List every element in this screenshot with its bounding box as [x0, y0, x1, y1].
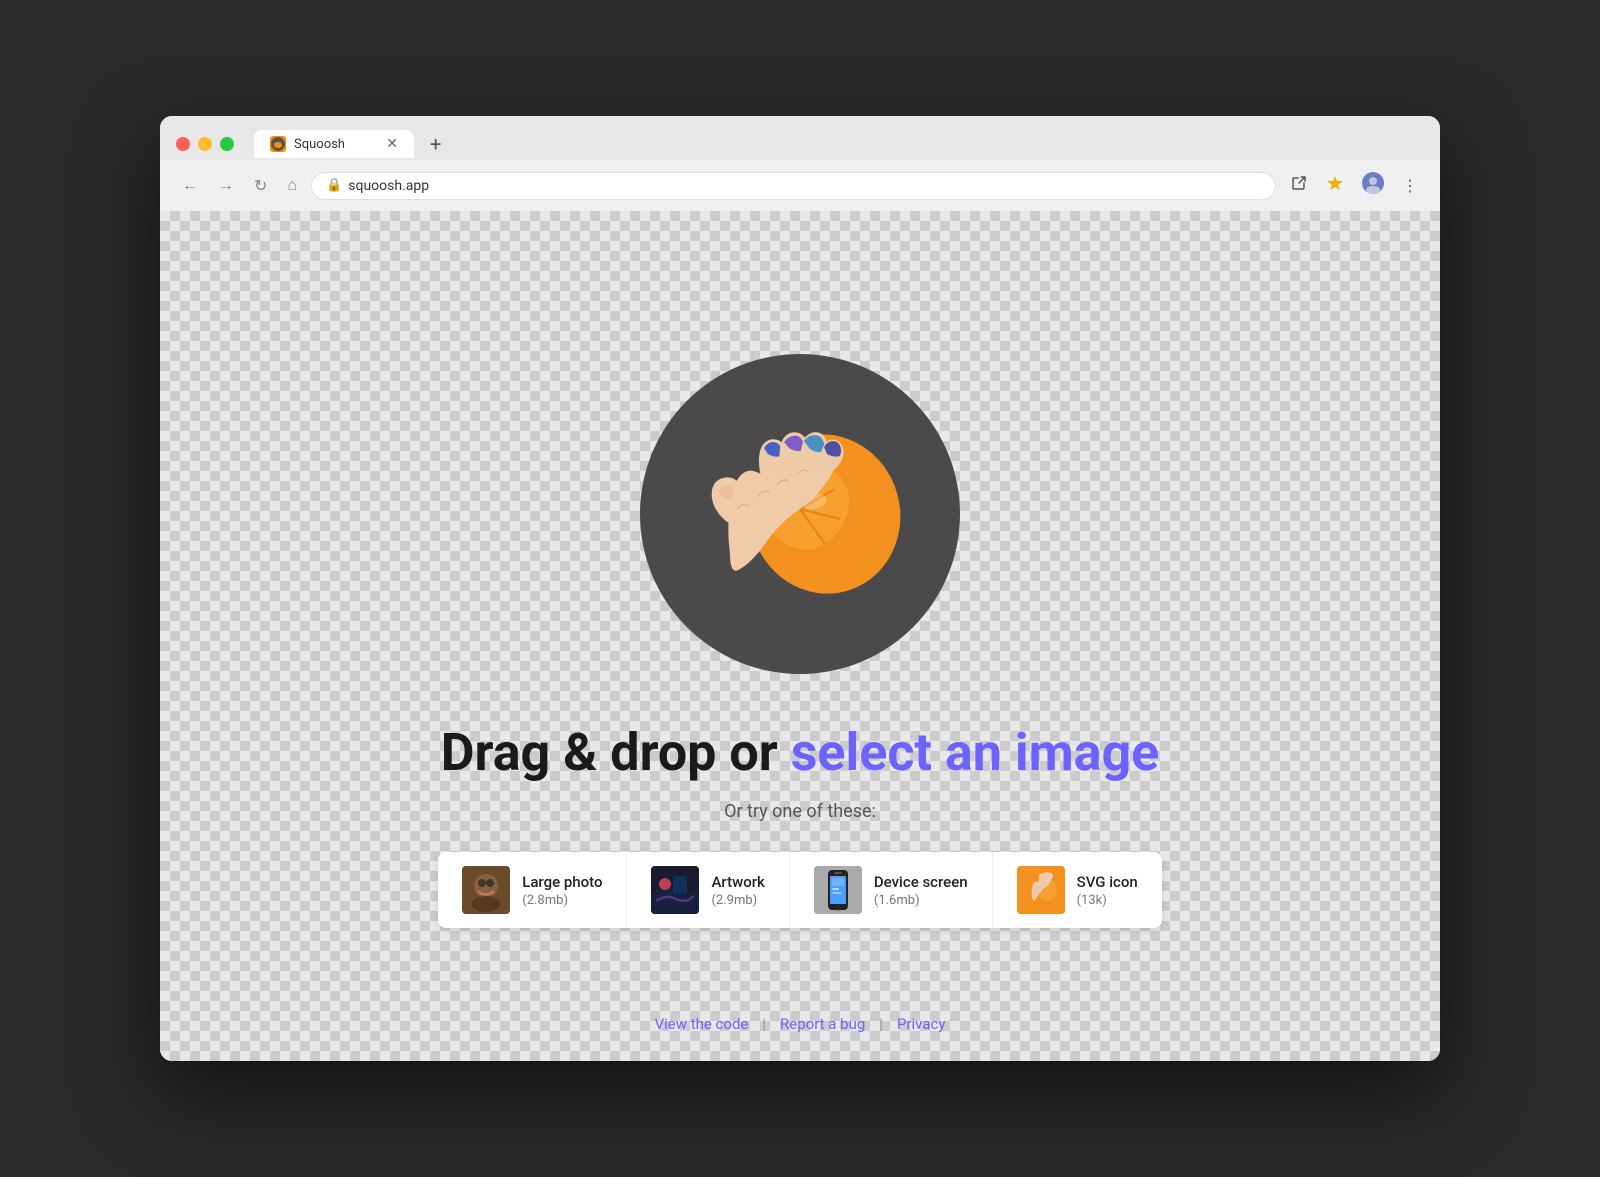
page-content: Drag & drop or select an image Or try on… — [160, 211, 1440, 1061]
tab-bar: Squoosh ✕ + — [254, 128, 1424, 160]
menu-button[interactable]: ⋮ — [1396, 172, 1424, 200]
profile-button[interactable] — [1356, 168, 1390, 203]
thumb-large-photo — [462, 866, 510, 914]
sample-name: Artwork — [711, 873, 764, 891]
sample-name: SVG icon — [1077, 873, 1138, 891]
sample-size: (2.9mb) — [711, 893, 764, 908]
sample-name: Large photo — [522, 873, 602, 891]
tab-close-icon[interactable]: ✕ — [386, 136, 398, 152]
sample-info-large-photo: Large photo (2.8mb) — [522, 873, 602, 908]
sample-size: (13k) — [1077, 893, 1138, 908]
view-code-link[interactable]: View the code — [641, 1015, 763, 1033]
url-text: squoosh.app — [348, 178, 429, 194]
privacy-link[interactable]: Privacy — [883, 1015, 959, 1033]
title-bar: Squoosh ✕ + — [160, 116, 1440, 160]
forward-button[interactable]: → — [212, 173, 240, 199]
footer-links: View the code | Report a bug | Privacy — [641, 1015, 960, 1033]
thumb-artwork — [651, 866, 699, 914]
sample-info-svg: SVG icon (13k) — [1077, 873, 1138, 908]
bookmark-button[interactable] — [1320, 170, 1350, 201]
thumb-device — [814, 866, 862, 914]
browser-window: Squoosh ✕ + ← → ↻ ⌂ 🔒 squoosh.app — [160, 116, 1440, 1061]
minimize-button[interactable] — [198, 137, 212, 151]
main-heading: Drag & drop or select an image — [441, 724, 1160, 781]
maximize-button[interactable] — [220, 137, 234, 151]
sample-artwork[interactable]: Artwork (2.9mb) — [627, 852, 789, 928]
browser-controls: ← → ↻ ⌂ 🔒 squoosh.app — [160, 160, 1440, 211]
sample-info-device: Device screen (1.6mb) — [874, 873, 968, 908]
address-bar[interactable]: 🔒 squoosh.app — [311, 172, 1276, 200]
reload-button[interactable]: ↻ — [248, 172, 273, 200]
back-button[interactable]: ← — [176, 173, 204, 199]
sample-size: (2.8mb) — [522, 893, 602, 908]
report-bug-link[interactable]: Report a bug — [766, 1015, 879, 1033]
samples-row: Large photo (2.8mb) Artwork (2.9 — [438, 852, 1162, 928]
home-button[interactable]: ⌂ — [281, 173, 303, 199]
sample-svg-icon[interactable]: SVG icon (13k) — [993, 852, 1162, 928]
new-tab-button[interactable]: + — [422, 128, 449, 160]
toolbar-right: ⋮ — [1284, 168, 1424, 203]
tab-title: Squoosh — [294, 137, 345, 152]
thumb-svg — [1017, 866, 1065, 914]
subtitle: Or try one of these: — [724, 801, 876, 822]
squoosh-logo — [640, 354, 960, 674]
tab-favicon — [270, 136, 286, 152]
external-link-button[interactable] — [1284, 170, 1314, 201]
heading-text-static: Drag & drop or — [441, 722, 791, 783]
traffic-lights — [176, 137, 234, 151]
sample-name: Device screen — [874, 873, 968, 891]
select-image-link[interactable]: select an image — [791, 722, 1160, 783]
close-button[interactable] — [176, 137, 190, 151]
sample-device[interactable]: Device screen (1.6mb) — [790, 852, 993, 928]
sample-large-photo[interactable]: Large photo (2.8mb) — [438, 852, 627, 928]
active-tab[interactable]: Squoosh ✕ — [254, 130, 414, 158]
lock-icon: 🔒 — [326, 178, 342, 193]
sample-info-artwork: Artwork (2.9mb) — [711, 873, 764, 908]
sample-size: (1.6mb) — [874, 893, 968, 908]
